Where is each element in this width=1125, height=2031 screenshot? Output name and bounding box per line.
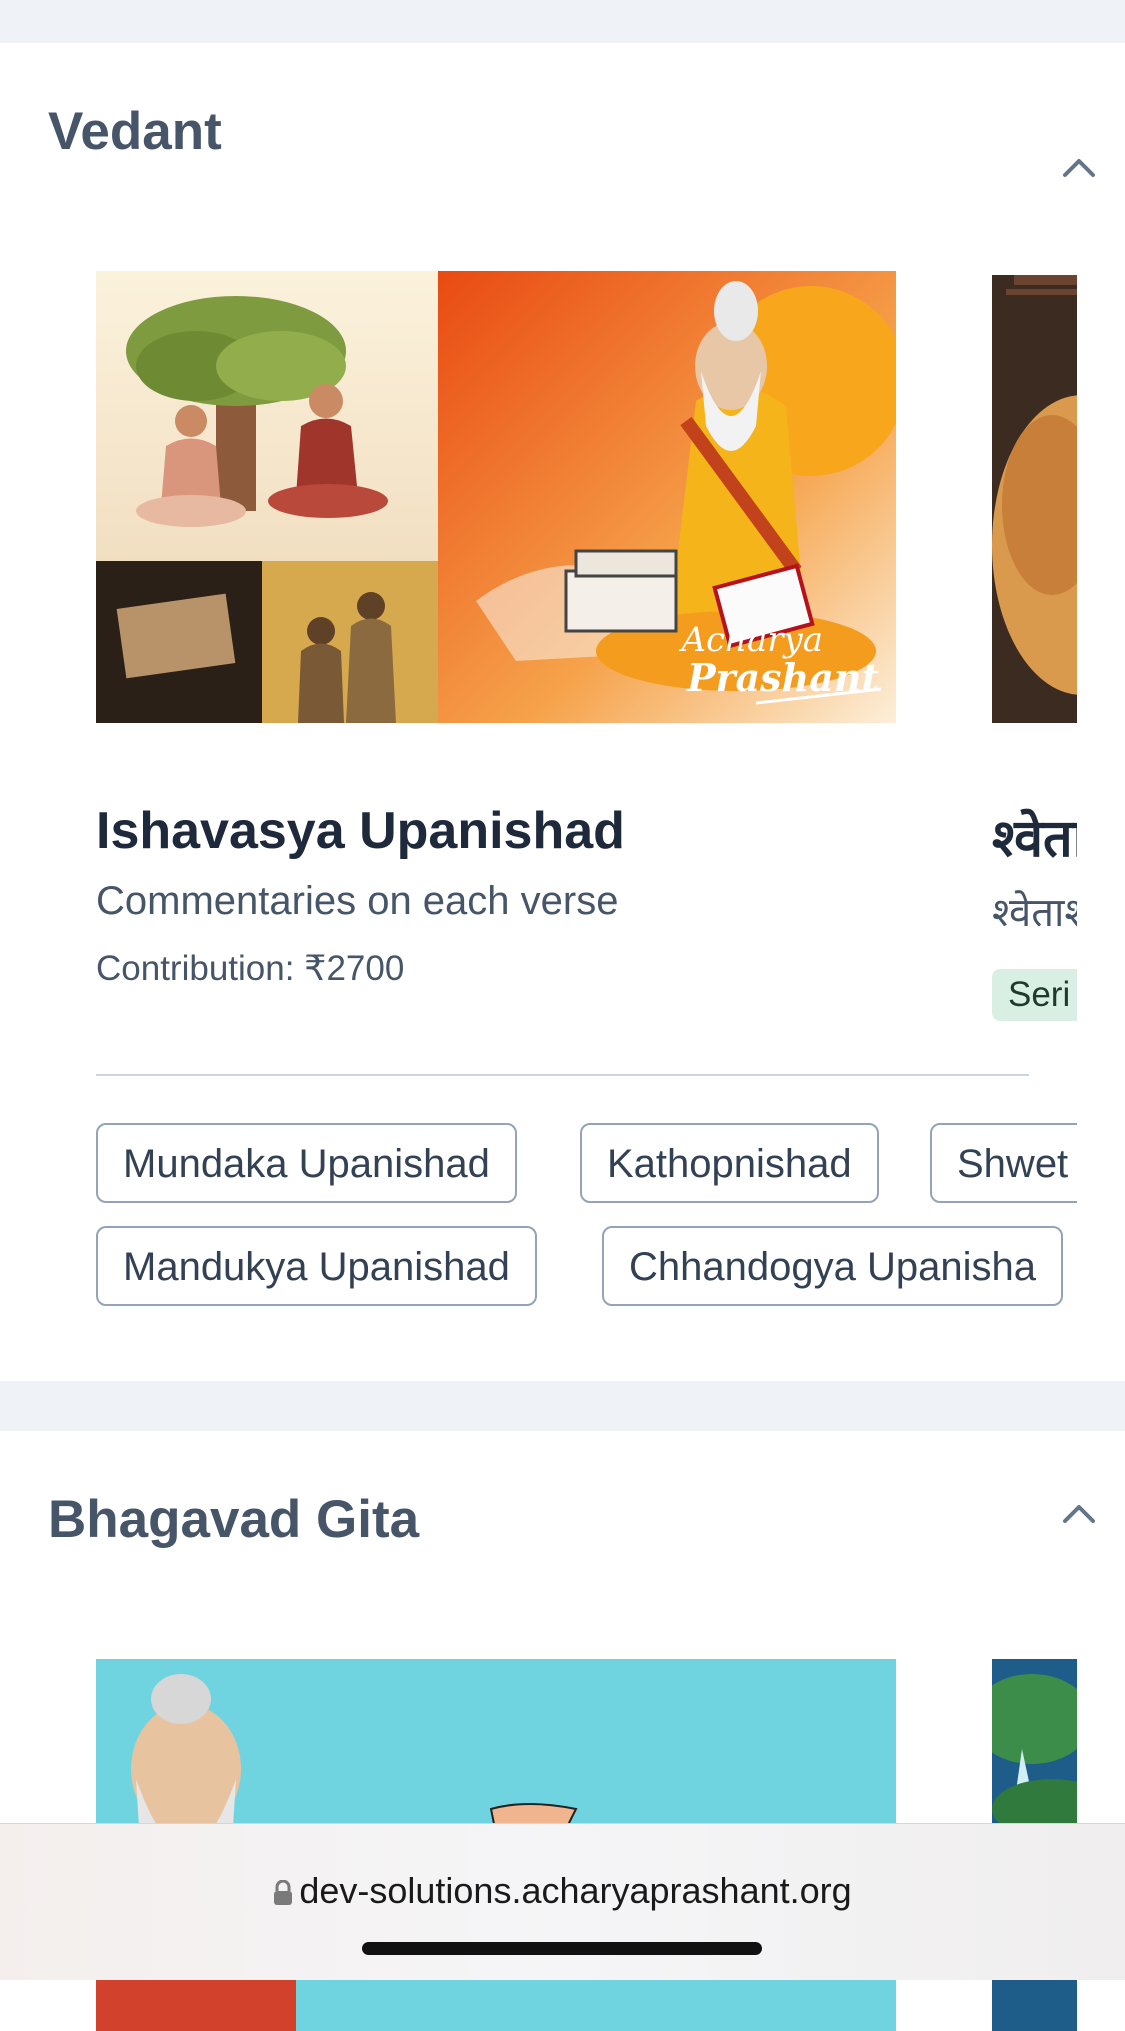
chip-kathopnishad[interactable]: Kathopnishad	[580, 1123, 879, 1203]
card-title[interactable]: श्वेता	[992, 801, 1077, 872]
course-card[interactable]: Acharya Prashant Ishavasya Upanishad Com…	[96, 271, 896, 1031]
vedant-card-carousel[interactable]: Acharya Prashant Ishavasya Upanishad Com…	[96, 271, 1077, 1031]
card-subtitle: श्वेताश्व	[992, 891, 1077, 935]
thumbnail-illustration	[992, 275, 1077, 723]
series-badge: Seri	[992, 969, 1077, 1021]
collapse-vedant-button[interactable]	[1059, 147, 1099, 187]
section-title-vedant: Vedant	[48, 102, 222, 161]
card-subtitle: Commentaries on each verse	[96, 879, 619, 923]
chevron-up-icon	[1063, 1505, 1095, 1523]
collapse-gita-button[interactable]	[1059, 1493, 1099, 1533]
thumbnail-illustration: Acharya Prashant	[96, 271, 896, 723]
card-title[interactable]: Ishavasya Upanishad	[96, 801, 625, 861]
chip-mundaka-upanishad[interactable]: Mundaka Upanishad	[96, 1123, 517, 1203]
chip-mandukya-upanishad[interactable]: Mandukya Upanishad	[96, 1226, 537, 1306]
browser-url-bar[interactable]: dev-solutions.acharyaprashant.org	[0, 1823, 1125, 1980]
chip-chhandogya-upanishad[interactable]: Chhandogya Upanisha	[602, 1226, 1063, 1306]
course-thumbnail[interactable]: Acharya Prashant	[96, 271, 896, 723]
course-thumbnail[interactable]	[992, 275, 1077, 723]
home-indicator[interactable]	[362, 1942, 762, 1955]
watermark-line1: Acharya	[679, 620, 824, 660]
card-contribution: Contribution: ₹2700	[96, 949, 405, 988]
chevron-up-icon	[1063, 159, 1095, 177]
chip-shwetashwatar[interactable]: Shwet	[930, 1123, 1077, 1203]
url-text: dev-solutions.acharyaprashant.org	[299, 1870, 852, 1911]
topic-chips: Mundaka Upanishad Kathopnishad Shwet Man…	[96, 1123, 1077, 1323]
section-divider	[96, 1074, 1029, 1076]
lock-icon	[273, 1873, 293, 1915]
address-field[interactable]: dev-solutions.acharyaprashant.org	[0, 1870, 1125, 1915]
section-title-bhagavad-gita: Bhagavad Gita	[48, 1490, 420, 1549]
vedant-section: Vedant Acharya Prashant Ishavasya Upanis…	[0, 43, 1125, 1381]
course-card[interactable]: श्वेता श्वेताश्व Seri	[992, 271, 1077, 1031]
